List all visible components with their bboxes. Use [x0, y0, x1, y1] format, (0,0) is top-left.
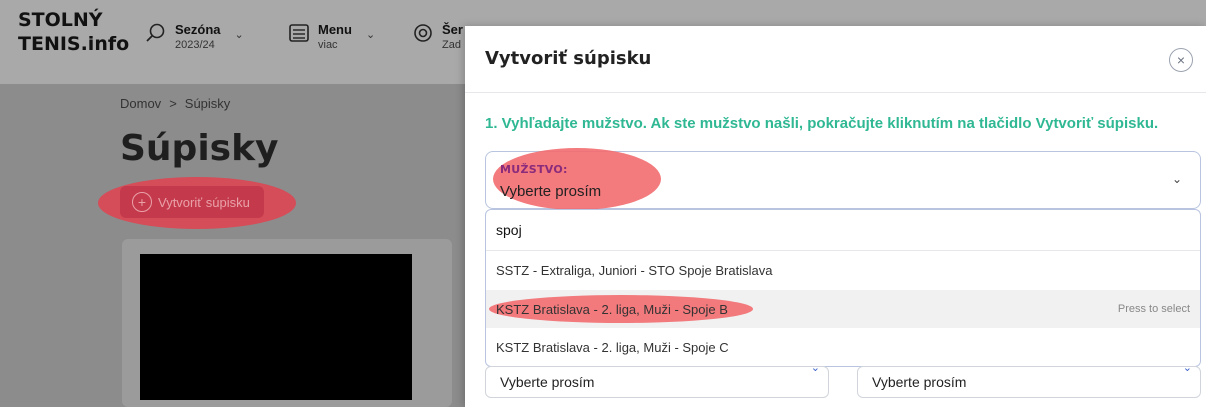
lower-right-select[interactable]: Vyberte prosím ⌄ [857, 362, 1201, 398]
search-icon [146, 23, 165, 42]
lower-right-value: Vyberte prosím [872, 374, 967, 390]
team-dropdown: spoj SSTZ - Extraliga, Juniori - STO Spo… [485, 209, 1201, 367]
step-instruction: 1. Vyhľadajte mužstvo. Ak ste mužstvo na… [485, 115, 1159, 132]
option-label: KSTZ Bratislava - 2. liga, Muži - Spoje … [496, 302, 728, 317]
option-label: SSTZ - Extraliga, Juniori - STO Spoje Br… [496, 263, 773, 278]
chevron-down-icon: ⌄ [1171, 172, 1182, 186]
team-search-input[interactable]: spoj [486, 210, 1200, 251]
breadcrumb: Domov > Súpisky [120, 96, 230, 111]
dropdown-option[interactable]: KSTZ Bratislava - 2. liga, Muži - Spoje … [486, 328, 1200, 366]
breadcrumb-home[interactable]: Domov [120, 96, 161, 111]
page-title: Súpisky [120, 128, 279, 169]
press-to-select-hint: Press to select [1117, 303, 1190, 315]
chevron-down-icon: ⌄ [810, 362, 820, 374]
create-roster-modal: Vytvoriť súpisku × 1. Vyhľadajte mužstvo… [465, 26, 1206, 407]
create-roster-label: Vytvoriť súpisku [158, 194, 250, 210]
lower-left-value: Vyberte prosím [500, 374, 595, 390]
chevron-down-icon: ⌄ [234, 29, 244, 41]
chevron-down-icon: ⌄ [1182, 362, 1192, 374]
nav-third-title: Šer [442, 22, 463, 37]
close-icon[interactable]: × [1169, 48, 1193, 72]
nav-menu-title: Menu [318, 22, 352, 37]
nav-season[interactable]: Sezóna 2023/24 ⌄ [145, 22, 244, 51]
list-icon [289, 24, 309, 42]
chevron-down-icon: ⌄ [365, 29, 376, 41]
target-icon [414, 24, 432, 42]
video-placeholder[interactable] [140, 254, 412, 400]
team-select-value: Vyberte prosím [500, 183, 602, 200]
lower-left-select[interactable]: Vyberte prosím ⌄ [485, 362, 829, 398]
option-label: KSTZ Bratislava - 2. liga, Muži - Spoje … [496, 340, 729, 355]
annotation-highlight [493, 148, 661, 210]
team-select[interactable]: MUŽSTVO: Vyberte prosím ⌄ [485, 148, 1201, 210]
nav-third-sub: Zad [442, 39, 461, 51]
team-search-value: spoj [496, 222, 522, 238]
breadcrumb-separator: > [169, 96, 177, 111]
modal-header: Vytvoriť súpisku × [465, 26, 1206, 93]
dropdown-option-active[interactable]: KSTZ Bratislava - 2. liga, Muži - Spoje … [486, 290, 1200, 328]
nav-menu-sub: viac [318, 39, 338, 51]
modal-title: Vytvoriť súpisku [485, 48, 652, 69]
breadcrumb-current: Súpisky [184, 96, 231, 111]
nav-menu[interactable]: Menu viac ⌄ [288, 22, 375, 51]
create-roster-button[interactable]: + Vytvoriť súpisku [120, 186, 264, 218]
plus-icon: + [132, 192, 152, 212]
team-select-label: MUŽSTVO: [500, 163, 568, 176]
logo-line1: STOLNÝ [18, 9, 103, 31]
nav-season-sub: 2023/24 [175, 39, 215, 51]
nav-third[interactable]: Šer Zad [412, 22, 463, 51]
nav-season-title: Sezóna [175, 22, 221, 37]
dropdown-option[interactable]: SSTZ - Extraliga, Juniori - STO Spoje Br… [486, 251, 1200, 289]
site-logo[interactable]: STOLNÝ TENIS.info [18, 8, 129, 56]
logo-line2: TENIS.info [18, 33, 130, 55]
